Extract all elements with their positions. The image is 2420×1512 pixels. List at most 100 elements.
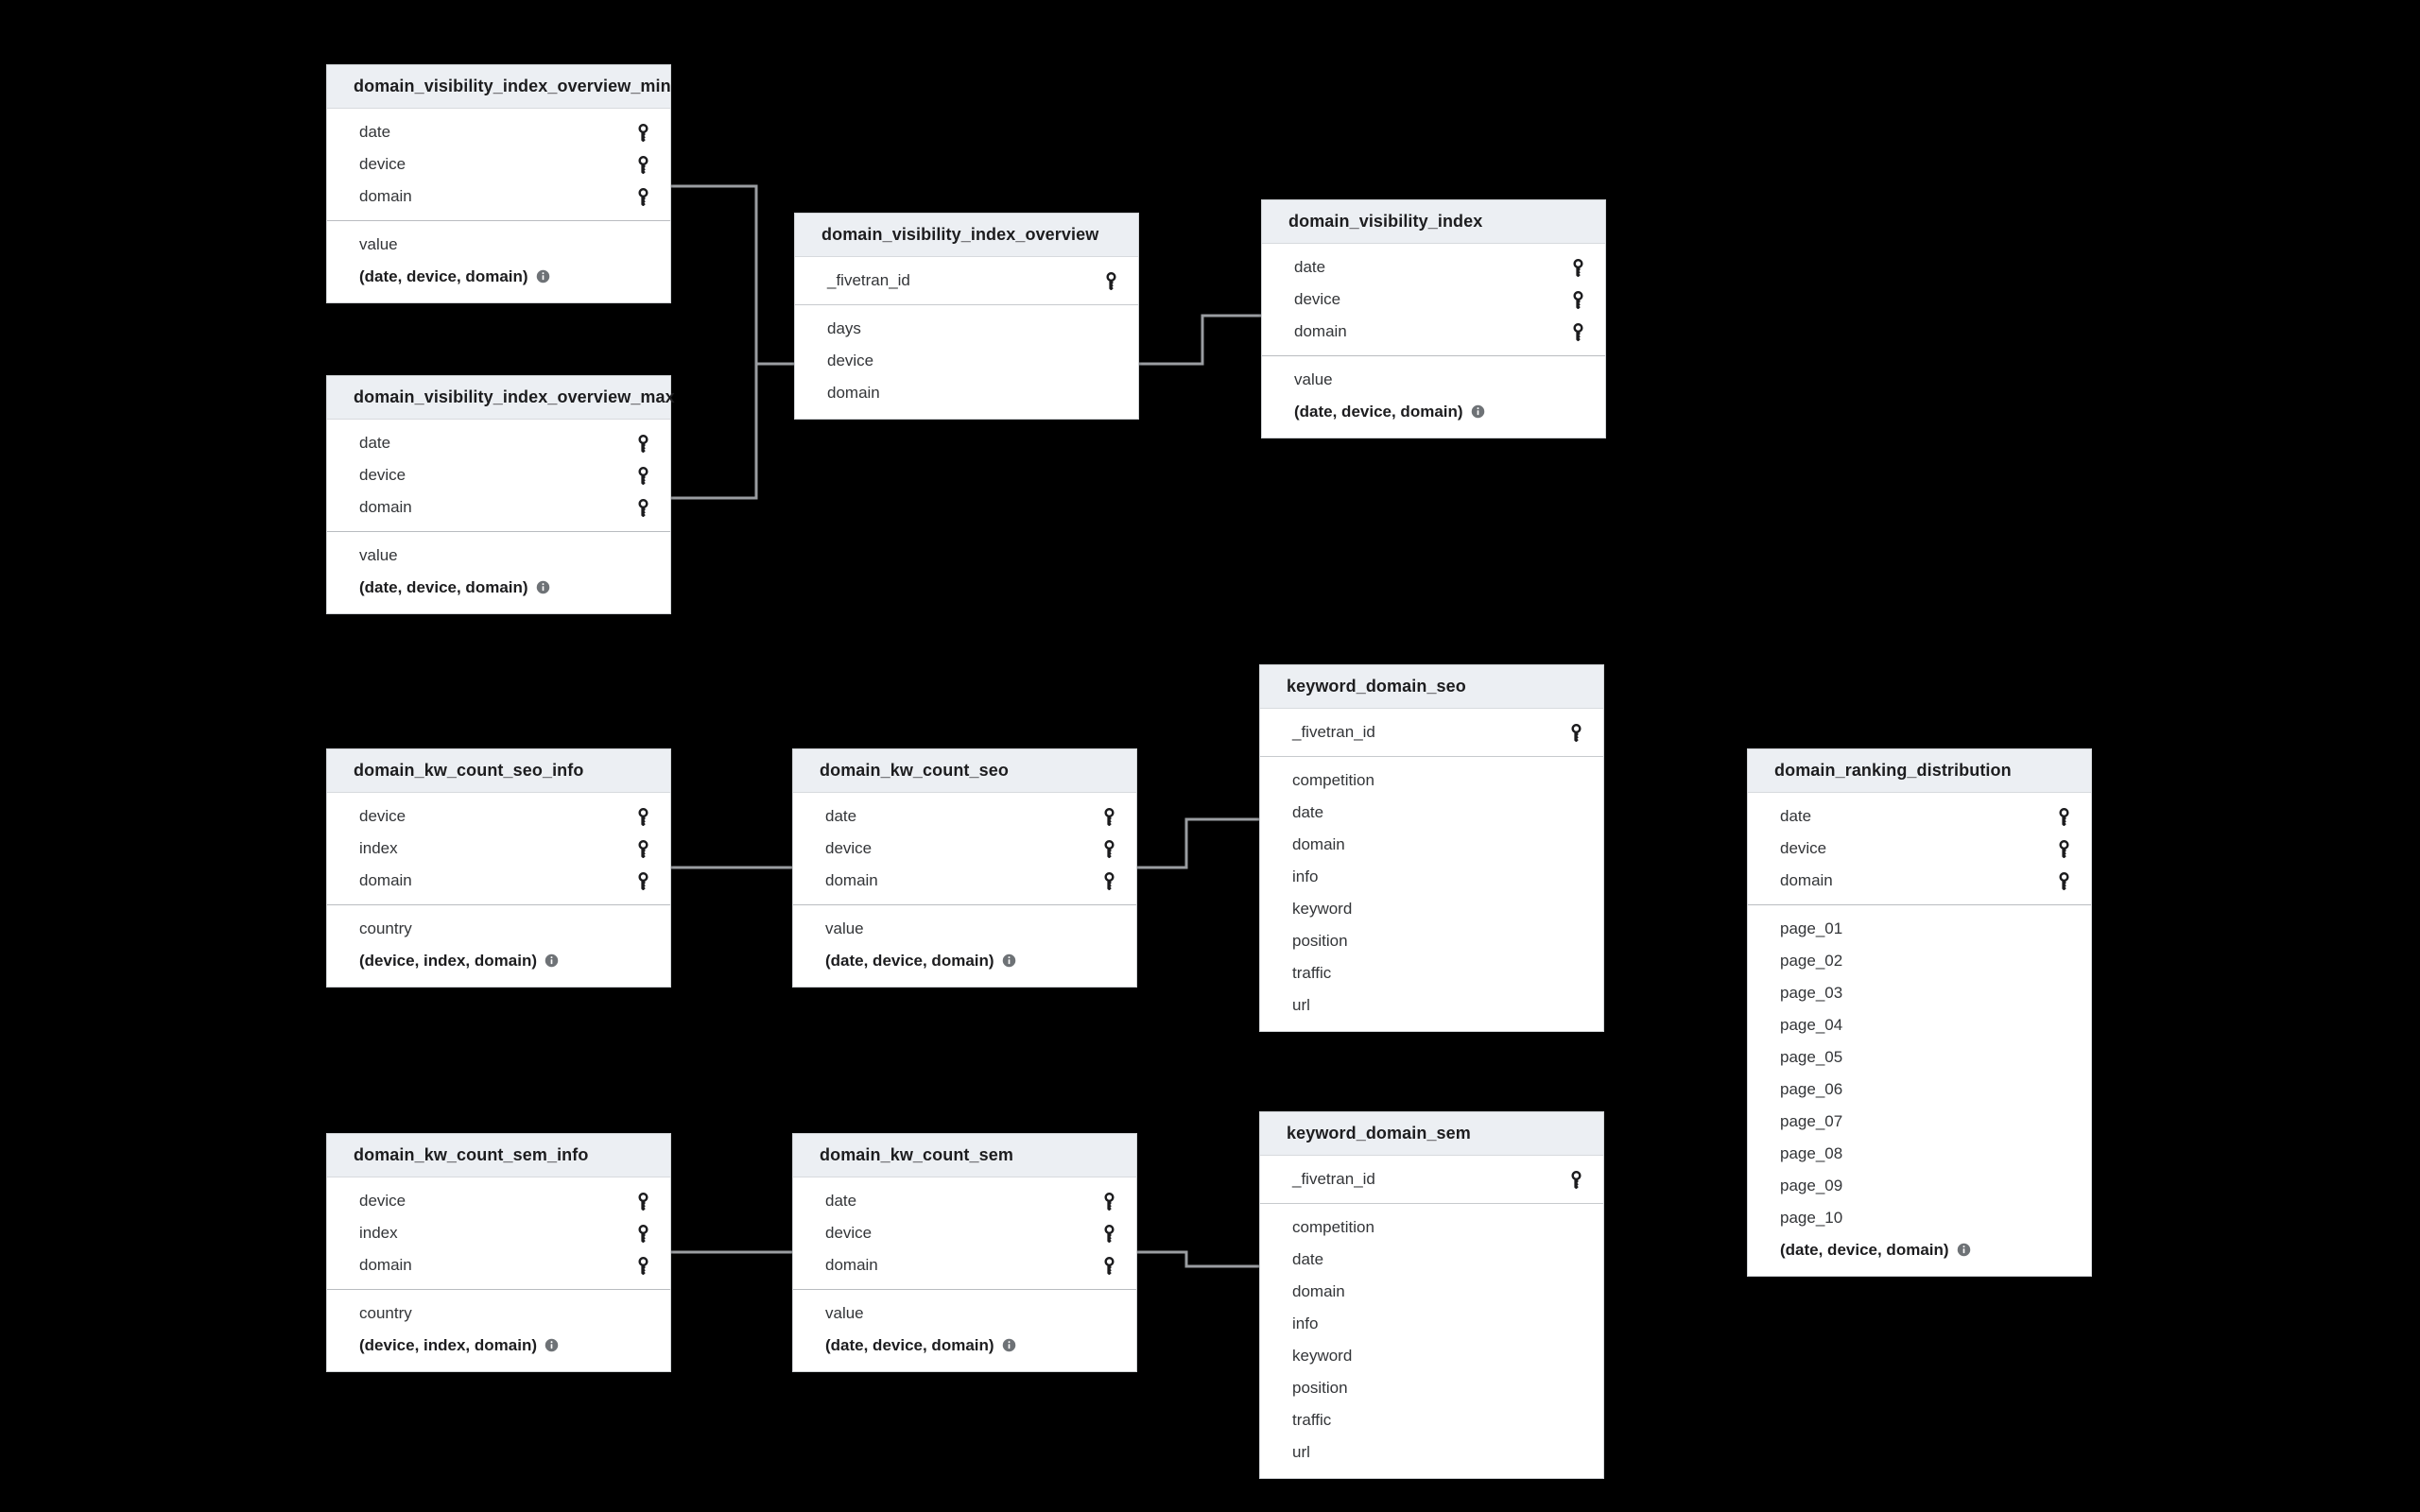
column-row[interactable]: position	[1260, 925, 1603, 957]
column-row-pk[interactable]: _fivetran_id	[795, 265, 1138, 297]
entity-table-domain_kw_count_sem_info[interactable]: domain_kw_count_sem_info device index domai…	[326, 1133, 671, 1372]
column-row[interactable]: page_04	[1748, 1009, 2091, 1041]
column-row-pk[interactable]: date	[327, 427, 670, 459]
column-row[interactable]: traffic	[1260, 957, 1603, 989]
column-row-pk[interactable]: device	[1748, 833, 2091, 865]
entity-table-domain_kw_count_sem[interactable]: domain_kw_count_sem date device domain value…	[792, 1133, 1137, 1372]
column-row[interactable]: url	[1260, 1436, 1603, 1469]
column-row-pk[interactable]: date	[1748, 800, 2091, 833]
column-row[interactable]: value	[1262, 364, 1605, 396]
column-row-pk[interactable]: device	[793, 833, 1136, 865]
column-row[interactable]: keyword	[1260, 893, 1603, 925]
entity-table-keyword_domain_seo[interactable]: keyword_domain_seo _fivetran_id competitio…	[1259, 664, 1604, 1032]
column-row-pk[interactable]: device	[1262, 284, 1605, 316]
info-icon[interactable]	[536, 267, 550, 286]
column-row-pk[interactable]: domain	[327, 1249, 670, 1281]
entity-table-domain_ranking_distribution[interactable]: domain_ranking_distribution date device dom…	[1747, 748, 2092, 1277]
column-row[interactable]: url	[1260, 989, 1603, 1022]
column-row-pk[interactable]: device	[327, 1185, 670, 1217]
constraint-row[interactable]: (date, device, domain)	[327, 572, 670, 604]
info-icon[interactable]	[536, 578, 550, 597]
entity-title: domain_kw_count_seo	[793, 749, 1136, 793]
constraint-row[interactable]: (date, device, domain)	[1262, 396, 1605, 428]
constraint-row[interactable]: (date, device, domain)	[793, 945, 1136, 977]
column-row[interactable]: page_09	[1748, 1170, 2091, 1202]
column-row-pk[interactable]: date	[327, 116, 670, 148]
entity-table-domain_kw_count_seo_info[interactable]: domain_kw_count_seo_info device index domai…	[326, 748, 671, 988]
column-row[interactable]: device	[795, 345, 1138, 377]
column-name: date	[1292, 1250, 1324, 1268]
entity-table-domain_visibility_index[interactable]: domain_visibility_index date device domain v…	[1261, 199, 1606, 438]
column-row[interactable]: date	[1260, 797, 1603, 829]
column-row-pk[interactable]: domain	[327, 180, 670, 213]
column-row-pk[interactable]: _fivetran_id	[1260, 716, 1603, 748]
column-row[interactable]: info	[1260, 861, 1603, 893]
column-row[interactable]: page_05	[1748, 1041, 2091, 1074]
column-row[interactable]: country	[327, 913, 670, 945]
entity-table-domain_visibility_index_overview_max[interactable]: domain_visibility_index_overview_max date…	[326, 375, 675, 614]
info-icon[interactable]	[1002, 952, 1016, 971]
info-icon[interactable]	[544, 1336, 559, 1355]
column-name: device	[825, 1224, 873, 1242]
column-row-pk[interactable]: device	[793, 1217, 1136, 1249]
key-icon	[2058, 807, 2070, 826]
column-row[interactable]: page_06	[1748, 1074, 2091, 1106]
column-name: page_10	[1780, 1209, 1843, 1227]
column-name: device	[1294, 290, 1341, 308]
constraint-row[interactable]: (date, device, domain)	[327, 261, 670, 293]
info-icon[interactable]	[544, 952, 559, 971]
column-row-pk[interactable]: device	[327, 459, 670, 491]
column-row-pk[interactable]: index	[327, 1217, 670, 1249]
column-row[interactable]: page_02	[1748, 945, 2091, 977]
constraint-row[interactable]: (device, index, domain)	[327, 1330, 670, 1362]
column-row[interactable]: value	[793, 913, 1136, 945]
column-row-pk[interactable]: index	[327, 833, 670, 865]
column-row-pk[interactable]: device	[327, 800, 670, 833]
column-row[interactable]: competition	[1260, 765, 1603, 797]
column-row-pk[interactable]: date	[793, 800, 1136, 833]
column-row[interactable]: value	[327, 540, 670, 572]
column-row[interactable]: value	[793, 1297, 1136, 1330]
column-row-pk[interactable]: _fivetran_id	[1260, 1163, 1603, 1195]
column-row-pk[interactable]: domain	[793, 1249, 1136, 1281]
column-row[interactable]: page_03	[1748, 977, 2091, 1009]
column-row-pk[interactable]: device	[327, 148, 670, 180]
column-row[interactable]: position	[1260, 1372, 1603, 1404]
column-row[interactable]: domain	[1260, 1276, 1603, 1308]
column-row[interactable]: page_08	[1748, 1138, 2091, 1170]
entity-table-domain_visibility_index_overview_min[interactable]: domain_visibility_index_overview_min date…	[326, 64, 671, 303]
entity-table-domain_kw_count_seo[interactable]: domain_kw_count_seodate device domain value…	[792, 748, 1137, 988]
column-row-pk[interactable]: date	[793, 1185, 1136, 1217]
entity-table-domain_visibility_index_overview[interactable]: domain_visibility_index_overview _fivetra…	[794, 213, 1139, 420]
column-row[interactable]: page_10	[1748, 1202, 2091, 1234]
column-row-pk[interactable]: domain	[793, 865, 1136, 897]
info-icon[interactable]	[1471, 403, 1485, 421]
column-row[interactable]: domain	[1260, 829, 1603, 861]
column-row-pk[interactable]: domain	[327, 865, 670, 897]
constraint-row[interactable]: (device, index, domain)	[327, 945, 670, 977]
column-row-pk[interactable]: domain	[327, 491, 670, 524]
column-row[interactable]: value	[327, 229, 670, 261]
column-row[interactable]: domain	[795, 377, 1138, 409]
key-icon	[1103, 1192, 1115, 1211]
info-icon[interactable]	[1002, 1336, 1016, 1355]
column-row[interactable]: date	[1260, 1244, 1603, 1276]
column-row-pk[interactable]: domain	[1748, 865, 2091, 897]
entity-table-keyword_domain_sem[interactable]: keyword_domain_sem _fivetran_id competitio…	[1259, 1111, 1604, 1479]
column-row[interactable]: competition	[1260, 1211, 1603, 1244]
constraint-row[interactable]: (date, device, domain)	[793, 1330, 1136, 1362]
column-row-pk[interactable]: date	[1262, 251, 1605, 284]
column-row[interactable]: page_01	[1748, 913, 2091, 945]
column-row[interactable]: traffic	[1260, 1404, 1603, 1436]
column-row[interactable]: page_07	[1748, 1106, 2091, 1138]
column-row[interactable]: days	[795, 313, 1138, 345]
column-row[interactable]: keyword	[1260, 1340, 1603, 1372]
column-row-pk[interactable]: domain	[1262, 316, 1605, 348]
column-row[interactable]: info	[1260, 1308, 1603, 1340]
column-row[interactable]: country	[327, 1297, 670, 1330]
info-icon[interactable]	[1957, 1241, 1971, 1260]
entity-columns: date device domain value (date, device, doma…	[793, 1177, 1136, 1371]
constraint-row[interactable]: (date, device, domain)	[1748, 1234, 2091, 1266]
